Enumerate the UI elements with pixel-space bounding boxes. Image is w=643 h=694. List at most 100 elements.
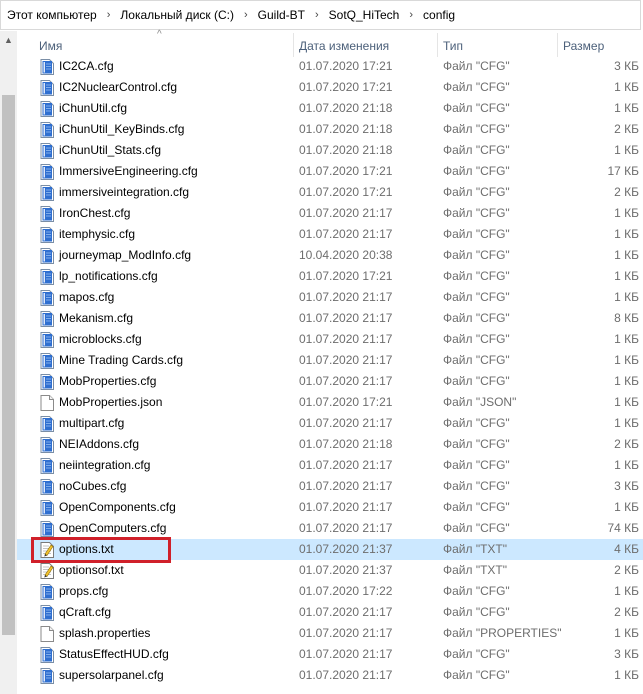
file-date-modified: 01.07.2020 21:17 [299,479,393,493]
file-size: 2 КБ [614,563,639,577]
text-file-icon [40,563,54,579]
file-row[interactable]: mapos.cfg 01.07.2020 21:17 Файл "CFG" 1 КБ [17,287,643,308]
file-date-modified: 01.07.2020 21:17 [299,458,393,472]
file-row[interactable]: NEIAddons.cfg 01.07.2020 21:18 Файл "CFG" 2… [17,434,643,455]
config-file-icon [40,164,54,180]
file-row[interactable]: microblocks.cfg 01.07.2020 21:17 Файл "CFG… [17,329,643,350]
file-name: journeymap_ModInfo.cfg [59,248,192,262]
file-date-modified: 01.07.2020 21:17 [299,353,393,367]
config-file-icon [40,332,54,348]
file-size: 4 КБ [614,542,639,556]
breadcrumb-chevron-icon[interactable]: › [311,9,323,21]
column-header-size[interactable]: Размер [559,31,643,59]
file-date-modified: 01.07.2020 21:17 [299,626,393,640]
file-date-modified: 01.07.2020 21:17 [299,416,393,430]
file-date-modified: 01.07.2020 21:17 [299,332,393,346]
file-row[interactable]: Mine Trading Cards.cfg 01.07.2020 21:17 Фа… [17,350,643,371]
file-row[interactable]: qCraft.cfg 01.07.2020 21:17 Файл "CFG" 2 КБ [17,602,643,623]
config-file-icon [40,269,54,285]
file-type: Файл "CFG" [443,290,510,304]
file-row[interactable]: itemphysic.cfg 01.07.2020 21:17 Файл "CFG"… [17,224,643,245]
file-row[interactable]: Mekanism.cfg 01.07.2020 21:17 Файл "CFG" 8 … [17,308,643,329]
file-type: Файл "TXT" [443,542,508,556]
file-row[interactable]: IronChest.cfg 01.07.2020 21:17 Файл "CFG" 1… [17,203,643,224]
column-header-date[interactable]: Дата изменения [295,31,437,59]
file-row[interactable]: MobProperties.cfg 01.07.2020 21:17 Файл "C… [17,371,643,392]
file-size: 17 КБ [607,164,639,178]
file-row[interactable]: iChunUtil_KeyBinds.cfg 01.07.2020 21:18 Фа… [17,119,643,140]
file-size: 1 КБ [614,500,639,514]
file-date-modified: 01.07.2020 21:17 [299,668,393,682]
breadcrumb-chevron-icon[interactable]: › [103,9,115,21]
file-list: IC2CA.cfg 01.07.2020 17:21 Файл "CFG" 3 КБ I… [17,56,643,686]
file-size: 1 КБ [614,101,639,115]
config-file-icon [40,122,54,138]
file-row[interactable]: props.cfg 01.07.2020 17:22 Файл "CFG" 1 КБ [17,581,643,602]
column-header-type[interactable]: Тип [439,31,557,59]
vertical-scrollbar[interactable]: ▲ [0,31,17,694]
file-name: Mekanism.cfg [59,311,134,325]
file-size: 1 КБ [614,626,639,640]
config-file-icon [40,668,54,684]
config-file-icon [40,143,54,159]
file-name: MobProperties.json [59,395,163,409]
breadcrumb-item[interactable]: SotQ_HiTech [323,8,406,22]
file-row[interactable]: IC2NuclearControl.cfg 01.07.2020 17:21 Фай… [17,77,643,98]
file-size: 1 КБ [614,353,639,367]
file-size: 2 КБ [614,185,639,199]
file-date-modified: 01.07.2020 21:17 [299,605,393,619]
file-size: 1 КБ [614,332,639,346]
breadcrumb-item[interactable]: Guild-BT [252,8,311,22]
file-row[interactable]: splash.properties 01.07.2020 21:17 Файл "P… [17,623,643,644]
file-type: Файл "CFG" [443,248,510,262]
file-size: 1 КБ [614,143,639,157]
config-file-icon [40,605,54,621]
file-type: Файл "CFG" [443,59,510,73]
scrollbar-thumb[interactable] [2,95,15,635]
file-name: noCubes.cfg [59,479,127,493]
file-row[interactable]: optionsof.txt 01.07.2020 21:37 Файл "TXT" 2… [17,560,643,581]
breadcrumb-chevron-icon[interactable]: › [240,9,252,21]
file-row[interactable]: supersolarpanel.cfg 01.07.2020 21:17 Файл … [17,665,643,686]
file-row[interactable]: iChunUtil.cfg 01.07.2020 21:18 Файл "CFG" 1… [17,98,643,119]
file-row[interactable]: options.txt 01.07.2020 21:37 Файл "TXT" 4 К… [17,539,643,560]
blank-file-icon [40,395,54,411]
file-date-modified: 01.07.2020 17:21 [299,269,393,283]
file-name: StatusEffectHUD.cfg [59,647,169,661]
file-row[interactable]: OpenComponents.cfg 01.07.2020 21:17 Файл "… [17,497,643,518]
config-file-icon [40,353,54,369]
file-row[interactable]: noCubes.cfg 01.07.2020 21:17 Файл "CFG" 3 К… [17,476,643,497]
file-date-modified: 01.07.2020 21:37 [299,563,393,577]
breadcrumb-item[interactable]: config [417,8,461,22]
column-header-name[interactable]: Имя [35,31,293,59]
file-size: 1 КБ [614,290,639,304]
file-row[interactable]: multipart.cfg 01.07.2020 21:17 Файл "CFG" 1… [17,413,643,434]
breadcrumb-item[interactable]: Локальный диск (C:) [114,8,240,22]
file-row[interactable]: ImmersiveEngineering.cfg 01.07.2020 17:21… [17,161,643,182]
file-name: iChunUtil_Stats.cfg [59,143,162,157]
file-size: 1 КБ [614,227,639,241]
file-row[interactable]: neiintegration.cfg 01.07.2020 21:17 Файл "… [17,455,643,476]
file-type: Файл "CFG" [443,416,510,430]
file-name: immersiveintegration.cfg [59,185,190,199]
file-row[interactable]: MobProperties.json 01.07.2020 17:21 Файл "… [17,392,643,413]
file-size: 1 КБ [614,269,639,283]
file-date-modified: 01.07.2020 21:17 [299,290,393,304]
file-type: Файл "PROPERTIES" [443,626,562,640]
breadcrumb-item[interactable]: Этот компьютер [1,8,103,22]
file-date-modified: 01.07.2020 21:17 [299,521,393,535]
file-row[interactable]: immersiveintegration.cfg 01.07.2020 17:21… [17,182,643,203]
file-size: 1 КБ [614,374,639,388]
scroll-up-arrow-icon[interactable]: ▲ [0,31,17,48]
file-date-modified: 01.07.2020 17:22 [299,584,393,598]
file-row[interactable]: IC2CA.cfg 01.07.2020 17:21 Файл "CFG" 3 КБ [17,56,643,77]
file-name: microblocks.cfg [59,332,142,346]
file-row[interactable]: StatusEffectHUD.cfg 01.07.2020 21:17 Файл … [17,644,643,665]
file-size: 74 КБ [607,521,639,535]
file-row[interactable]: journeymap_ModInfo.cfg 10.04.2020 20:38 Фа… [17,245,643,266]
file-row[interactable]: iChunUtil_Stats.cfg 01.07.2020 21:18 Файл … [17,140,643,161]
file-row[interactable]: lp_notifications.cfg 01.07.2020 17:21 Файл… [17,266,643,287]
breadcrumb-chevron-icon[interactable]: › [405,9,417,21]
file-row[interactable]: OpenComputers.cfg 01.07.2020 21:17 Файл "C… [17,518,643,539]
file-name: iChunUtil.cfg [59,101,128,115]
